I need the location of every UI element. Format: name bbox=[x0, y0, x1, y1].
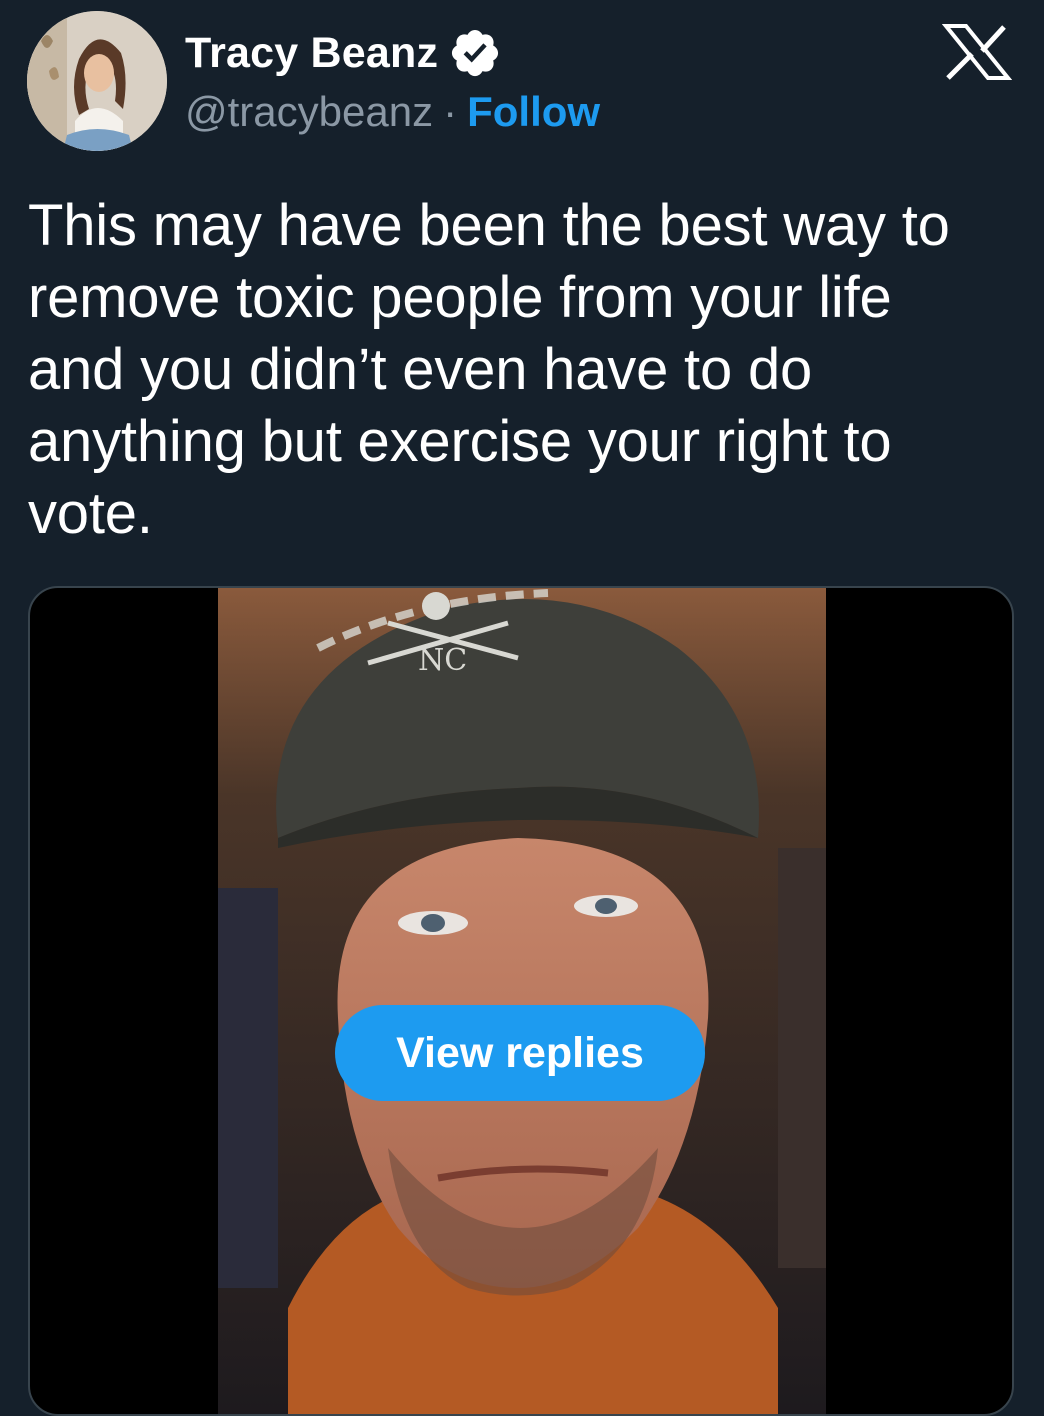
tweet-card: Tracy Beanz @tracybeanz · Follow This ma… bbox=[0, 0, 1044, 1416]
author-handle[interactable]: @tracybeanz bbox=[185, 88, 433, 136]
author-name[interactable]: Tracy Beanz bbox=[185, 29, 438, 77]
view-replies-button[interactable]: View replies bbox=[335, 1005, 705, 1101]
verified-check-icon bbox=[452, 29, 499, 77]
media-container: NC bbox=[28, 586, 1014, 1416]
avatar-image bbox=[27, 11, 167, 151]
cap-logo-text: NC bbox=[418, 643, 467, 678]
author-avatar[interactable] bbox=[27, 11, 167, 151]
video-thumbnail[interactable]: NC bbox=[218, 588, 826, 1416]
author-name-row[interactable]: Tracy Beanz bbox=[185, 26, 502, 80]
follow-button[interactable]: Follow bbox=[467, 88, 600, 136]
separator-dot: · bbox=[443, 88, 458, 135]
handle-row: @tracybeanz · Follow bbox=[185, 88, 600, 136]
x-logo-icon[interactable] bbox=[942, 24, 1012, 80]
tweet-text: This may have been the best way to remov… bbox=[28, 193, 950, 546]
